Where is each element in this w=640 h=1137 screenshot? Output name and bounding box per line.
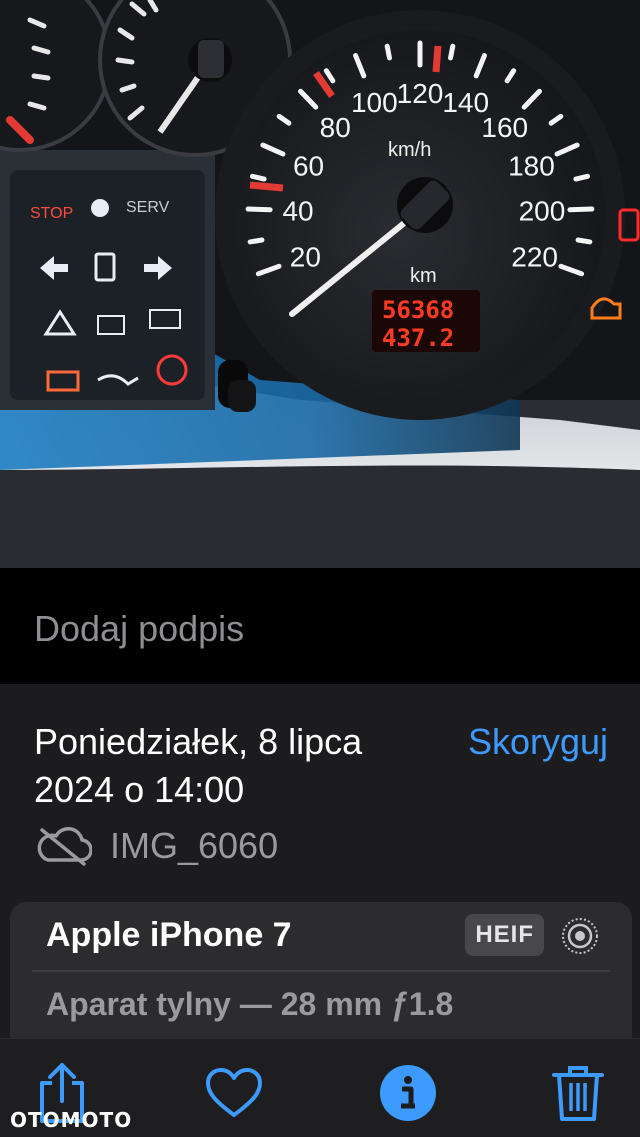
delete-button[interactable] bbox=[548, 1063, 608, 1123]
speed-label: 20 bbox=[290, 242, 321, 273]
favorite-button[interactable] bbox=[204, 1063, 264, 1123]
dashboard-photo: STOP SERV km/h km 56368 437.2 20 40 60 8010… bbox=[0, 0, 640, 568]
heart-icon bbox=[206, 1068, 262, 1117]
speed-label: 180 bbox=[508, 150, 555, 181]
file-name: IMG_6060 bbox=[110, 825, 279, 866]
speed-minor-tick bbox=[249, 173, 267, 182]
serv-warning-label: SERV bbox=[126, 199, 170, 216]
date-line-2: 2024 o 14:00 bbox=[34, 769, 245, 810]
speed-label: 160 bbox=[481, 112, 528, 143]
odometer-trip: 437.2 bbox=[382, 324, 454, 352]
odometer-unit: km bbox=[410, 265, 437, 287]
info-button[interactable] bbox=[378, 1063, 438, 1123]
speed-label: 120 bbox=[397, 78, 444, 109]
speed-major-tick bbox=[245, 206, 273, 213]
speed-label: 80 bbox=[320, 112, 351, 143]
speed-label: 100 bbox=[351, 87, 398, 118]
stop-warning-label: STOP bbox=[30, 205, 73, 222]
speed-minor-tick bbox=[247, 237, 265, 245]
camera-card-header: Apple iPhone 7 HEIF bbox=[32, 902, 610, 972]
speed-major-tick bbox=[567, 206, 595, 213]
speed-label: 60 bbox=[293, 150, 324, 181]
cloud-off-icon bbox=[37, 827, 92, 866]
live-photo-icon[interactable] bbox=[560, 916, 600, 956]
info-icon bbox=[380, 1065, 436, 1121]
speed-minor-tick bbox=[575, 237, 593, 245]
device-name: Apple iPhone 7 bbox=[46, 916, 292, 954]
speed-minor-tick bbox=[384, 43, 392, 61]
speed-minor-tick bbox=[573, 173, 591, 182]
format-badge: HEIF bbox=[465, 914, 544, 956]
odometer-total: 56368 bbox=[382, 296, 454, 324]
adjust-date-button[interactable]: Skoryguj bbox=[468, 718, 608, 766]
speedometer-unit: km/h bbox=[388, 139, 431, 161]
speed-label: 200 bbox=[519, 196, 566, 227]
speed-minor-tick bbox=[448, 43, 456, 61]
photo-date: Poniedziałek, 8 lipca 2024 o 14:00 bbox=[34, 718, 424, 814]
speed-label: 220 bbox=[511, 242, 558, 273]
speed-label: 40 bbox=[282, 196, 313, 227]
file-row: IMG_6060 bbox=[34, 822, 278, 870]
watermark-logo: OTOMOTO bbox=[10, 1108, 133, 1132]
caption-field[interactable]: Dodaj podpis bbox=[34, 608, 244, 650]
lens-info: Aparat tylny — 28 mm ƒ1.8 bbox=[46, 986, 454, 1022]
date-line-1: Poniedziałek, 8 lipca bbox=[34, 721, 363, 762]
caption-bar: Dodaj podpis bbox=[0, 568, 640, 684]
photo-view[interactable]: STOP SERV km/h km 56368 437.2 20 40 60 80 10… bbox=[0, 0, 640, 568]
trash-icon bbox=[552, 1066, 604, 1121]
